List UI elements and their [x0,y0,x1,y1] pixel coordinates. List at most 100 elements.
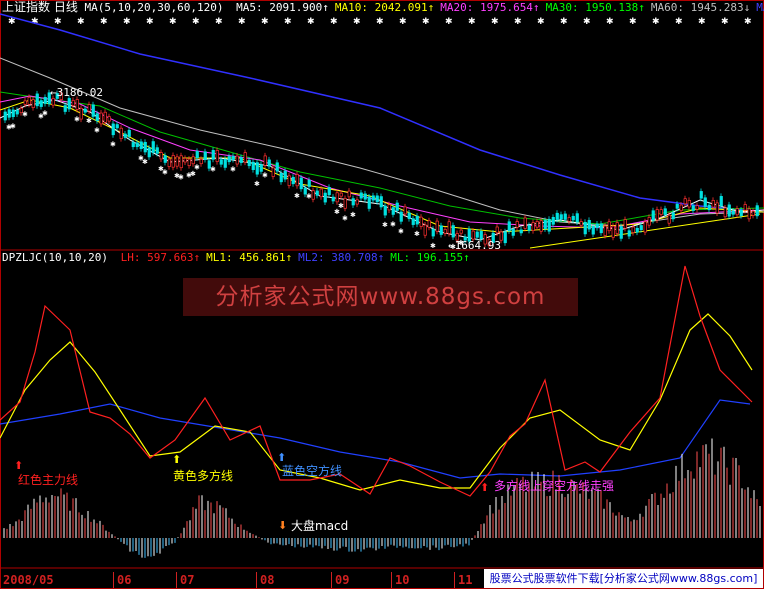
candle-body [115,124,119,129]
candle-body [419,216,423,227]
candle-body [307,179,311,187]
candle-body [355,199,359,205]
candle-body [95,113,99,122]
down-signal-marker: ✱ [294,192,300,200]
candle-body [15,110,19,115]
signal-marker: ✱ [744,17,752,27]
candle-body [459,229,463,234]
candle-body [3,111,7,121]
candle-body [363,193,367,200]
signal-marker: ✱ [468,17,476,27]
candle-body [615,222,619,234]
indicator-value-0: LH: 597.663↑ [120,251,201,264]
candle-body [83,108,87,113]
candle-body [11,109,15,118]
candle-body [43,96,47,104]
down-signal-marker: ✱ [178,174,184,182]
signal-marker: ✱ [215,17,223,27]
signal-marker: ✱ [307,17,315,27]
candle-body [507,221,511,232]
candle-body [271,167,275,177]
candle-body [279,172,283,183]
candle-body [183,157,187,163]
down-signal-marker: ✱ [414,230,420,238]
candle-body [151,141,155,153]
candle-body [343,198,347,209]
candle-body [79,107,83,120]
month-divider [454,572,455,588]
month-label: 2008/05 [3,573,54,587]
signal-marker: ✱ [514,17,522,27]
candle-body [583,221,587,235]
indicator-value-1: ML1: 456.861↑ [206,251,293,264]
candle-body [619,226,623,239]
candle-body [387,204,391,211]
down-signal-marker: ✱ [350,211,356,219]
signal-marker: ✱ [606,17,614,27]
candle-body [575,213,579,223]
month-divider [176,572,177,588]
low-value: 1664.93 [454,239,501,252]
candle-body [703,197,707,207]
signal-marker: ✱ [491,17,499,27]
down-signal-marker: ✱ [382,221,388,229]
candle-body [219,159,223,165]
signal-marker: ✱ [192,17,200,27]
low-marker: ← [448,239,455,252]
candle-body [591,226,595,235]
down-signal-marker: ✱ [338,202,344,210]
down-signal-marker: ✱ [254,180,260,188]
candle-body [143,141,147,153]
candle-body [283,170,287,180]
ma20-line [0,95,764,229]
candle-body [555,212,559,220]
candle-body [91,104,95,117]
candle-body [71,100,75,106]
month-divider [256,572,257,588]
signal-marker: ✱ [77,17,85,27]
candle-body [723,207,727,218]
candle-body [195,151,199,159]
candle-body [383,205,387,216]
signal-marker: ✱ [100,17,108,27]
month-label: 11 [458,573,473,587]
candle-body [243,152,247,163]
candle-body [311,190,315,200]
candle-body [291,176,295,185]
candle-body [435,220,439,232]
candle-body [319,188,323,198]
yellow-up-arrow-icon: ⬆ [172,453,182,466]
candle-body [171,155,175,168]
candle-body [431,228,435,237]
candle-body [379,196,383,208]
download-banner-link[interactable]: 股票公式股票软件下载[分析家公式网www.88gs.com] [484,569,763,588]
down-signal-marker: ✱ [74,115,80,123]
candle-body [175,156,179,167]
candle-body [215,150,219,162]
candle-body [735,208,739,216]
candle-body [327,187,331,196]
candle-body [667,214,671,224]
candle-body [359,192,363,199]
indicator-value-3: ML: 196.155↑ [390,251,470,264]
candle-body [399,211,403,222]
down-signal-marker: ✱ [430,242,436,250]
candle-body [107,116,111,122]
candle-body [655,209,659,221]
candle-body [599,223,603,234]
ma10-line [0,99,764,233]
candle-body [671,212,675,220]
candle-body [67,98,71,110]
candle-body [351,198,355,206]
candle-body [679,204,683,211]
candle-body [699,191,703,199]
candle-body [547,218,551,232]
candle-body [39,100,43,107]
blue-up-arrow-icon: ⬆ [277,451,287,464]
signal-marker: ✱ [422,17,430,27]
candle-body [663,208,667,215]
candle-body [371,195,375,201]
ma-values: MA5: 2091.900↑ MA10: 2042.091↑ MA20: 1975.… [230,1,764,14]
signal-marker: ✱ [146,17,154,27]
candle-body [231,155,235,160]
